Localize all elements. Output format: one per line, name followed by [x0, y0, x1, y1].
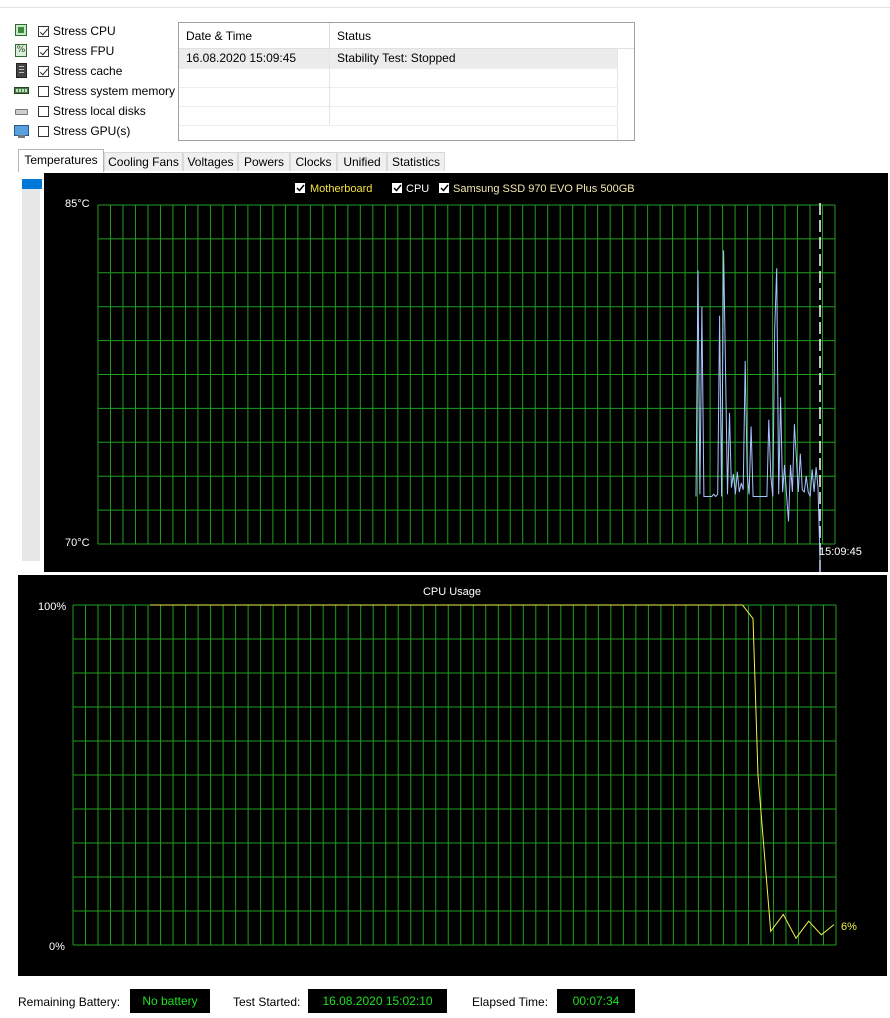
- temperature-chart-svg: Motherboard CPU Samsung SSD 970 EVO Plus…: [65, 183, 862, 572]
- stress-cache-checkbox[interactable]: [38, 65, 49, 77]
- cpu-usage-series: [150, 604, 835, 940]
- stress-gpu-label: Stress GPU(s): [53, 124, 131, 138]
- cpu-usage-chart-grid: [72, 604, 837, 946]
- cache-chip-icon: [14, 63, 30, 79]
- temperature-x-time-label: 15:09:45: [819, 546, 862, 558]
- temperature-y-max-label: 85°C: [65, 198, 90, 210]
- cpu-usage-chart: CPU Usage 100% 0% 6%: [18, 575, 887, 976]
- table-row-empty: [179, 106, 617, 126]
- legend-ssd-checkbox[interactable]: [439, 183, 449, 193]
- stress-memory-label: Stress system memory: [53, 84, 176, 98]
- tab-temperatures[interactable]: Temperatures: [18, 149, 104, 172]
- stress-memory-option[interactable]: Stress system memory: [14, 81, 175, 101]
- stress-gpu-option[interactable]: Stress GPU(s): [14, 121, 130, 141]
- stress-disks-option[interactable]: Stress local disks: [14, 101, 146, 121]
- table-right-edge: [617, 48, 618, 140]
- stress-disks-checkbox[interactable]: [38, 105, 49, 117]
- table-row[interactable]: 16.08.2020 15:09:45 Stability Test: Stop…: [179, 49, 617, 69]
- stress-cpu-option[interactable]: Stress CPU: [14, 21, 116, 41]
- top-divider: [0, 7, 890, 8]
- stress-cache-option[interactable]: Stress cache: [14, 61, 122, 81]
- status-log-table[interactable]: Date & Time Status 16.08.2020 15:09:45 S…: [178, 22, 635, 141]
- cpu-usage-title: CPU Usage: [423, 586, 481, 598]
- test-started-label: Test Started:: [233, 995, 301, 1009]
- fpu-icon: %: [15, 44, 27, 57]
- cpu-chip-icon: [14, 23, 30, 39]
- cpu-usage-chart-svg: CPU Usage 100% 0% 6%: [38, 586, 857, 953]
- row-date-cell: 16.08.2020 15:09:45: [179, 49, 330, 68]
- legend-motherboard-label: Motherboard: [310, 183, 372, 195]
- legend-cpu-label: CPU: [406, 183, 429, 195]
- legend-motherboard-checkbox[interactable]: [295, 183, 305, 193]
- stress-cpu-label: Stress CPU: [53, 24, 116, 38]
- status-bar: Remaining Battery: No battery Test Start…: [0, 989, 890, 1014]
- tab-statistics[interactable]: Statistics: [387, 152, 445, 171]
- tab-powers[interactable]: Powers: [238, 152, 290, 171]
- battery-label: Remaining Battery:: [18, 995, 121, 1009]
- temperature-y-min-label: 70°C: [65, 537, 90, 549]
- column-header-status[interactable]: Status: [330, 23, 618, 48]
- legend-ssd-label: Samsung SSD 970 EVO Plus 500GB: [453, 183, 635, 195]
- stress-disks-label: Stress local disks: [53, 104, 146, 118]
- stress-gpu-checkbox[interactable]: [38, 125, 49, 137]
- elapsed-time-label: Elapsed Time:: [472, 995, 549, 1009]
- stress-cache-label: Stress cache: [53, 64, 123, 78]
- stress-fpu-label: Stress FPU: [53, 44, 115, 58]
- tab-voltages[interactable]: Voltages: [183, 152, 238, 171]
- cpu-temperature-series: [695, 250, 821, 572]
- gpu-monitor-icon: [14, 123, 30, 139]
- tab-clocks[interactable]: Clocks: [290, 152, 337, 171]
- column-header-date[interactable]: Date & Time: [179, 23, 330, 48]
- table-row-empty: [179, 68, 617, 88]
- row-status-cell: Stability Test: Stopped: [337, 51, 456, 65]
- battery-value: No battery: [130, 989, 210, 1013]
- elapsed-time-value: 00:07:34: [557, 989, 635, 1013]
- cpu-usage-y-max-label: 100%: [38, 601, 66, 613]
- legend-cpu-checkbox[interactable]: [392, 183, 402, 193]
- temperature-chart: Motherboard CPU Samsung SSD 970 EVO Plus…: [44, 173, 888, 572]
- memory-module-icon: [14, 83, 30, 99]
- tab-unified[interactable]: Unified: [337, 152, 387, 171]
- temperature-legend: Motherboard CPU Samsung SSD 970 EVO Plus…: [295, 183, 635, 195]
- stress-fpu-checkbox[interactable]: [38, 45, 49, 57]
- chart-scroll-thumb[interactable]: [22, 179, 42, 189]
- chart-scroll-track[interactable]: [22, 179, 40, 561]
- status-table-header: Date & Time Status: [179, 23, 634, 49]
- disk-drive-icon: [14, 103, 30, 119]
- tab-cooling-fans[interactable]: Cooling Fans: [104, 152, 183, 171]
- cpu-usage-current-value: 6%: [841, 921, 857, 933]
- stress-fpu-option[interactable]: % Stress FPU: [14, 41, 114, 61]
- temperatures-panel: Motherboard CPU Samsung SSD 970 EVO Plus…: [18, 171, 888, 572]
- stress-memory-checkbox[interactable]: [38, 85, 49, 97]
- cpu-usage-y-min-label: 0%: [49, 941, 65, 953]
- test-started-value: 16.08.2020 15:02:10: [308, 989, 447, 1013]
- stress-cpu-checkbox[interactable]: [38, 25, 49, 37]
- table-row-empty: [179, 87, 617, 107]
- temperature-chart-grid: [97, 204, 836, 545]
